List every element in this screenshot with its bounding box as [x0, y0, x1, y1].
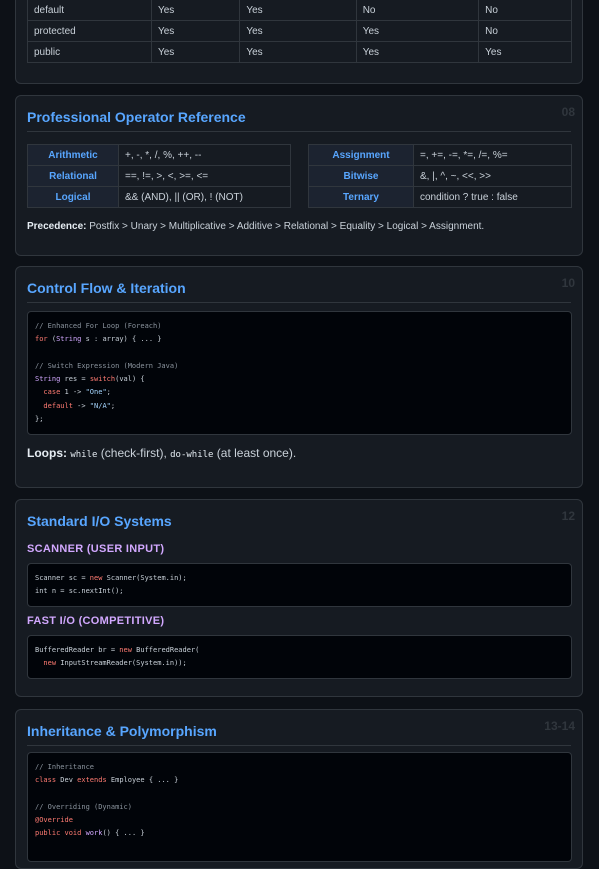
code-block: // Inheritance class Dev extends Employe… [27, 752, 572, 862]
section-number: 13-14 [544, 719, 575, 733]
modifier-name-cell: default [27, 0, 152, 21]
operators-card: Professional Operator Reference 08 Arith… [15, 95, 583, 256]
table-row: default Yes Yes No No [27, 0, 572, 21]
access-cell: Yes [239, 20, 357, 42]
do-while-keyword: do-while [170, 450, 214, 460]
loops-label: Loops: [27, 446, 67, 460]
access-modifiers-table: default Yes Yes No No protected Yes Yes Yes No pub… [27, 0, 572, 63]
code-line: default -> "N/A"; [35, 401, 116, 410]
access-cell: No [478, 0, 572, 21]
code-line: int n = sc.nextInt(); [35, 587, 124, 596]
code-block: // Enhanced For Loop (Foreach) for (Stri… [27, 311, 572, 435]
io-card: Standard I/O Systems 12 SCANNER (USER IN… [15, 499, 583, 697]
precedence-label: Precedence: [27, 221, 87, 232]
precedence-text: Postfix > Unary > Multiplicative > Addit… [89, 221, 485, 232]
code-line: String res = switch(val) { [35, 375, 145, 384]
title-divider [27, 302, 571, 303]
table-row: Assignment =, +=, -=, *=, /=, %= [308, 144, 572, 166]
code-block: BufferedReader br = new BufferedReader( … [27, 635, 572, 679]
access-cell: Yes [150, 41, 241, 63]
operator-category: Assignment [308, 144, 414, 166]
access-modifiers-card: default Yes Yes No No protected Yes Yes Yes No pub… [15, 0, 583, 84]
operator-list: condition ? true : false [413, 186, 572, 208]
operator-category: Relational [27, 165, 119, 187]
table-row: Bitwise &, |, ^, ~, <<, >> [308, 165, 572, 187]
access-cell: Yes [355, 20, 480, 42]
while-keyword: while [70, 450, 98, 460]
scanner-heading: SCANNER (USER INPUT) [27, 543, 165, 555]
modifier-name-cell: protected [27, 20, 152, 42]
operator-list: ==, !=, >, <, >=, <= [118, 165, 291, 187]
code-line: for (String s : array) { ... } [35, 335, 162, 344]
precedence-note: Precedence: Postfix > Unary > Multiplica… [27, 221, 484, 232]
access-cell: No [478, 20, 572, 42]
table-row: Logical && (AND), || (OR), ! (NOT) [27, 186, 291, 208]
table-row: Ternary condition ? true : false [308, 186, 572, 208]
card-title: Inheritance & Polymorphism [27, 723, 217, 739]
operator-category: Logical [27, 186, 119, 208]
table-row: Arithmetic +, -, *, /, %, ++, -- [27, 144, 291, 166]
code-comment: // Enhanced For Loop (Foreach) [35, 322, 162, 330]
table-row: Relational ==, !=, >, <, >=, <= [27, 165, 291, 187]
loops-text: (at least once). [213, 446, 297, 460]
access-cell: Yes [239, 41, 357, 63]
access-cell: Yes [355, 41, 480, 63]
card-title: Professional Operator Reference [27, 109, 246, 125]
code-block: Scanner sc = new Scanner(System.in); int… [27, 563, 572, 607]
code-line: case 1 -> "One"; [35, 388, 111, 397]
code-comment: // Overriding (Dynamic) [35, 802, 132, 811]
code-line: BufferedReader br = new BufferedReader( [35, 646, 200, 654]
operator-list: &, |, ^, ~, <<, >> [413, 165, 572, 187]
card-title: Control Flow & Iteration [27, 280, 186, 296]
title-divider [27, 745, 571, 746]
section-number: 08 [561, 105, 575, 119]
code-line: public void work() { ... } [35, 829, 145, 838]
fast-io-heading: FAST I/O (COMPETITIVE) [27, 615, 165, 627]
card-title: Standard I/O Systems [27, 513, 172, 529]
section-number: 10 [561, 276, 575, 290]
operator-category: Arithmetic [27, 144, 119, 166]
access-cell: Yes [150, 0, 241, 21]
control-flow-card: Control Flow & Iteration 10 // Enhanced … [15, 266, 583, 488]
operator-category: Bitwise [308, 165, 414, 187]
modifier-name-cell: public [27, 41, 152, 63]
code-line: }; [35, 415, 44, 424]
access-cell: Yes [478, 41, 572, 63]
operator-list: =, +=, -=, *=, /=, %= [413, 144, 572, 166]
operator-list: && (AND), || (OR), ! (NOT) [118, 186, 291, 208]
code-comment: // Inheritance [35, 763, 95, 771]
code-annotation: @Override [35, 816, 73, 825]
table-row: public Yes Yes Yes Yes [27, 41, 572, 63]
code-line: new InputStreamReader(System.in)); [35, 659, 187, 668]
operators-table-left: Arithmetic +, -, *, /, %, ++, -- Relatio… [27, 144, 291, 208]
operators-table-right: Assignment =, +=, -=, *=, /=, %= Bitwise… [308, 144, 572, 208]
loops-note: Loops: while (check-first), do-while (at… [27, 446, 296, 460]
operator-category: Ternary [308, 186, 414, 208]
loops-text: (check-first), [97, 446, 171, 460]
access-cell: Yes [150, 20, 241, 42]
inheritance-card: Inheritance & Polymorphism 13-14 // Inhe… [15, 709, 583, 869]
code-comment: // Switch Expression (Modern Java) [35, 361, 179, 370]
operator-list: +, -, *, /, %, ++, -- [118, 144, 291, 166]
section-number: 12 [561, 509, 575, 523]
table-row: protected Yes Yes Yes No [27, 20, 572, 42]
access-cell: No [355, 0, 480, 21]
title-divider [27, 131, 571, 132]
code-line: class Dev extends Employee { ... } [35, 776, 179, 785]
access-cell: Yes [239, 0, 357, 21]
code-line: Scanner sc = new Scanner(System.in); [35, 574, 187, 582]
